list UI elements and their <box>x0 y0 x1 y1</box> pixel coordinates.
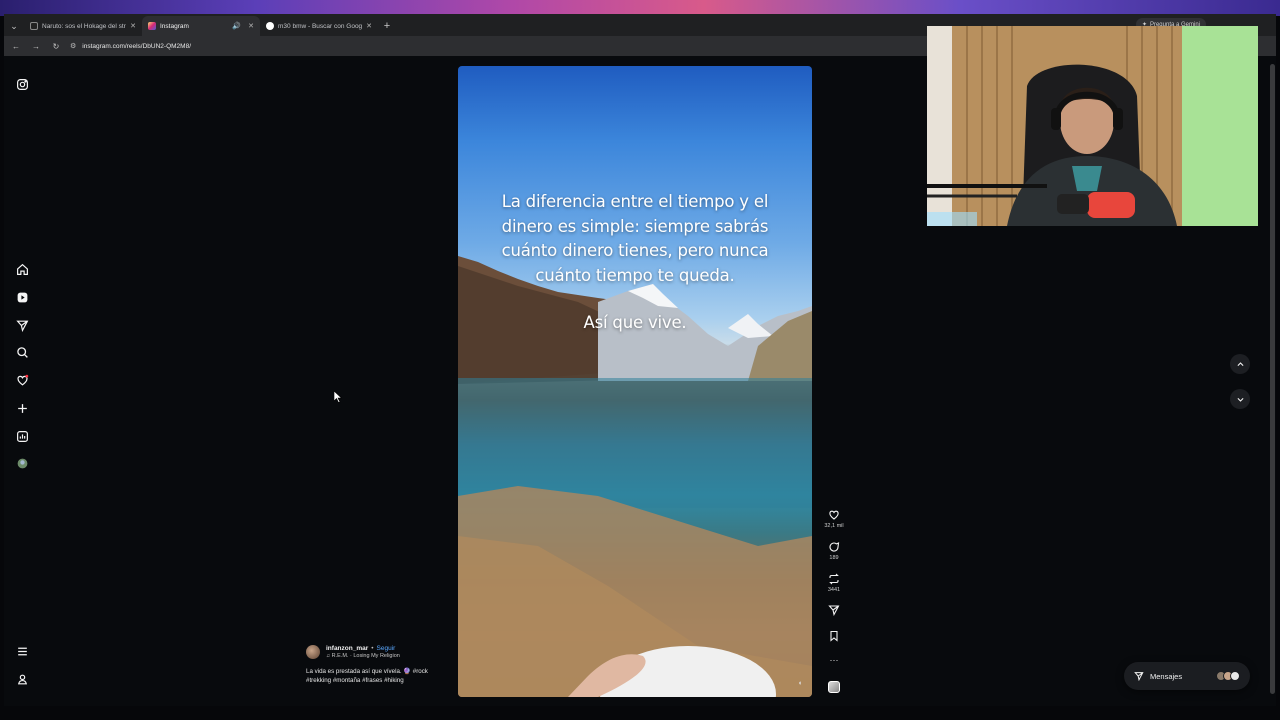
bookmark-icon <box>830 630 838 642</box>
author-avatar[interactable] <box>306 645 320 659</box>
tab-title: m30 bmw - Buscar con Google <box>278 22 363 30</box>
new-tab-button[interactable]: + <box>378 16 396 36</box>
messages-button[interactable]: Mensajes <box>1124 662 1250 690</box>
save-button[interactable] <box>822 630 846 642</box>
reel-caption-main: La diferencia entre el tiempo y el diner… <box>458 190 812 288</box>
caption-line: cuánto tiempo te queda. <box>535 265 735 285</box>
direct-messages-icon[interactable] <box>14 317 30 333</box>
share-button[interactable] <box>822 604 846 616</box>
tab-google[interactable]: m30 bmw - Buscar con Google ✕ <box>260 16 378 36</box>
tab-title: Instagram <box>160 22 189 30</box>
site-settings-icon[interactable]: ⚙ <box>70 42 76 50</box>
reel-caption-sub: Así que vive. <box>583 313 687 332</box>
dashboard-icon[interactable] <box>14 428 30 444</box>
caption-line: cuánto dinero tienes, pero nunca <box>501 241 769 260</box>
previous-reel-button[interactable] <box>1230 354 1250 374</box>
home-icon[interactable] <box>14 261 30 277</box>
scrollbar-thumb[interactable] <box>1270 64 1275 694</box>
page-scrollbar[interactable] <box>1270 60 1276 700</box>
webcam-scene-illustration <box>927 26 1258 226</box>
back-icon[interactable]: ← <box>10 42 22 51</box>
speaker-icon[interactable]: 🔊 <box>232 22 241 30</box>
tab-title: Naruto: sos el Hokage del stre <box>42 22 127 30</box>
separator-dot: • <box>371 645 374 652</box>
heart-icon <box>829 510 839 520</box>
notifications-heart-icon[interactable] <box>14 372 30 388</box>
threads-icon[interactable] <box>14 671 30 687</box>
tab-search-button[interactable]: ⌄ <box>4 16 24 36</box>
comment-count: 189 <box>829 555 839 561</box>
share-icon <box>828 605 840 616</box>
like-count: 32,1 mil <box>824 523 844 529</box>
next-reel-button[interactable] <box>1230 389 1250 409</box>
follow-button[interactable]: Seguir <box>377 645 396 652</box>
messages-label: Mensajes <box>1150 671 1183 681</box>
mute-icon[interactable]: ◖ <box>798 680 802 687</box>
reel-video[interactable]: La diferencia entre el tiempo y el diner… <box>458 66 812 697</box>
create-plus-icon[interactable] <box>14 400 30 416</box>
instagram-logo-icon[interactable] <box>14 76 30 92</box>
description-line: La vida es prestada así que vívela. 🔮 #r… <box>306 668 428 675</box>
close-icon[interactable]: ✕ <box>366 22 372 30</box>
google-favicon <box>266 22 274 30</box>
author-username[interactable]: infanzon_mar <box>326 645 368 652</box>
audio-thumbnail-icon <box>828 681 840 693</box>
more-options-button[interactable]: ··· <box>822 655 846 665</box>
mouse-cursor-icon <box>334 391 342 403</box>
message-avatars <box>1216 671 1240 681</box>
repost-count: 3441 <box>827 587 841 593</box>
repost-button[interactable]: 3441 <box>822 573 846 593</box>
reel-description: La vida es prestada así que vívela. 🔮 #r… <box>306 667 456 685</box>
repost-icon <box>829 573 839 585</box>
caption-line: dinero es simple: siempre sabrás <box>501 216 769 236</box>
comment-button[interactable]: 189 <box>822 541 846 561</box>
reels-icon[interactable] <box>14 289 30 305</box>
tab-naruto[interactable]: Naruto: sos el Hokage del stre ✕ <box>24 16 142 36</box>
more-icon: ··· <box>829 655 839 665</box>
close-icon[interactable]: ✕ <box>248 22 254 30</box>
forward-icon[interactable]: → <box>30 42 42 51</box>
chevron-up-icon <box>1236 361 1244 366</box>
audio-track-label[interactable]: ♫ R.E.M. · Losing My Religion <box>326 653 400 659</box>
reel-scene-illustration <box>458 256 812 697</box>
reel-author-info: infanzon_mar • Seguir ♫ R.E.M. · Losing … <box>306 645 456 685</box>
menu-icon[interactable] <box>14 643 30 659</box>
reload-icon[interactable]: ↻ <box>50 42 62 51</box>
url-text: instagram.com/reels/DbUN2-QM2M8/ <box>82 42 192 50</box>
avatar <box>1230 671 1240 681</box>
search-icon[interactable] <box>14 344 30 360</box>
audio-button[interactable] <box>822 681 846 693</box>
profile-avatar-icon[interactable] <box>14 455 30 471</box>
description-hashtags[interactable]: #trekking #montaña #frases #hiking <box>306 676 456 685</box>
direct-icon <box>1134 672 1144 681</box>
webcam-overlay <box>927 26 1258 226</box>
comment-icon <box>829 542 840 552</box>
close-icon[interactable]: ✕ <box>130 22 136 30</box>
instagram-favicon <box>148 22 156 30</box>
tab-instagram[interactable]: Instagram 🔊 ✕ <box>142 16 260 36</box>
chevron-down-icon <box>1236 397 1244 402</box>
caption-line: La diferencia entre el tiempo y el <box>501 192 769 211</box>
like-button[interactable]: 32,1 mil <box>822 509 846 529</box>
tab-favicon <box>30 22 38 30</box>
address-bar[interactable]: ⚙ instagram.com/reels/DbUN2-QM2M8/ <box>70 38 970 54</box>
